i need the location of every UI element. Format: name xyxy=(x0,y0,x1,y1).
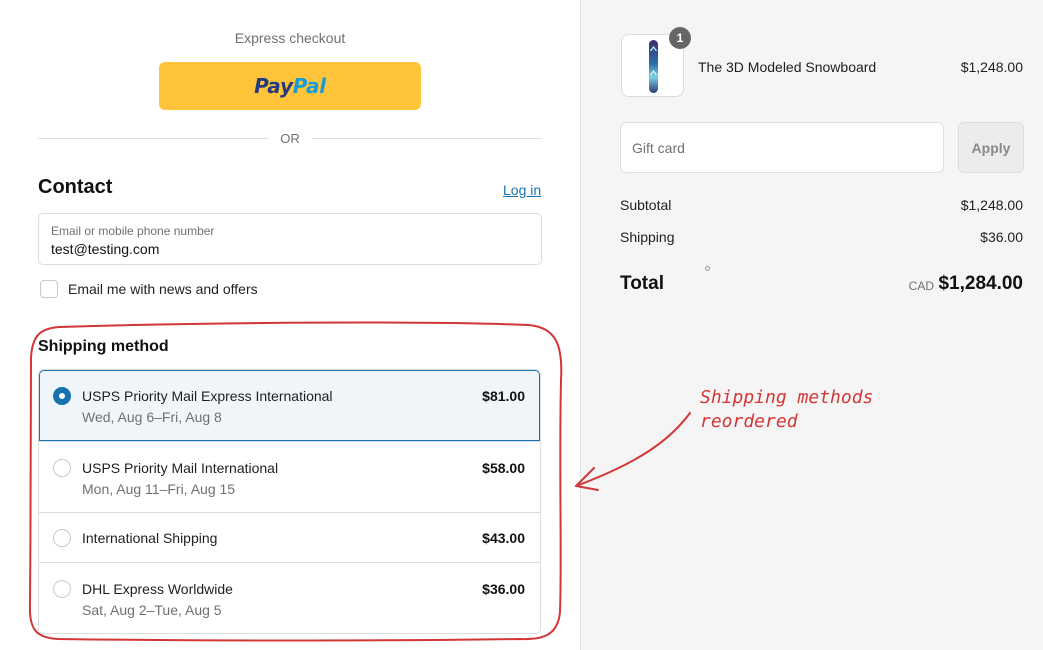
shipping-option-date: Sat, Aug 2–Tue, Aug 5 xyxy=(82,602,222,618)
shipping-option-price: $58.00 xyxy=(482,460,525,476)
newsletter-checkbox[interactable] xyxy=(40,280,58,298)
shipping-option-price: $81.00 xyxy=(482,388,525,404)
quantity-badge: 1 xyxy=(669,27,691,49)
divider-line-right xyxy=(311,137,542,139)
shipping-option[interactable]: USPS Priority Mail Express International… xyxy=(39,370,540,441)
annotation-line-2: reordered xyxy=(700,411,798,432)
shipping-method-list: USPS Priority Mail Express International… xyxy=(38,369,541,634)
subtotal-value: $1,248.00 xyxy=(960,197,1023,213)
annotation-note: Shipping methods reordered xyxy=(700,386,873,434)
shipping-option[interactable]: USPS Priority Mail International Mon, Au… xyxy=(39,441,540,512)
email-field-value[interactable]: test@testing.com xyxy=(51,241,159,257)
email-field[interactable]: Email or mobile phone number test@testin… xyxy=(38,213,542,265)
radio-icon[interactable] xyxy=(53,580,71,598)
total-label: Total xyxy=(620,273,664,294)
checkout-form-panel: Express checkout PayPal OR Contact Log i… xyxy=(0,0,580,650)
shipping-option-name: USPS Priority Mail Express International xyxy=(82,388,333,404)
shipping-option-name: International Shipping xyxy=(82,530,218,546)
paypal-button[interactable]: PayPal xyxy=(159,62,421,110)
express-checkout-title: Express checkout xyxy=(234,30,346,46)
total-value: $1,284.00 xyxy=(938,273,1023,294)
shipping-option-price: $43.00 xyxy=(482,530,525,546)
shipping-option-name: DHL Express Worldwide xyxy=(82,581,233,597)
shipping-label: Shipping xyxy=(620,229,675,245)
total-currency: CAD xyxy=(908,279,934,293)
product-price: $1,248.00 xyxy=(960,59,1023,75)
apply-button[interactable]: Apply xyxy=(958,122,1024,173)
order-summary-panel: 1 The 3D Modeled Snowboard $1,248.00 App… xyxy=(580,0,1043,650)
cursor-dot xyxy=(705,266,710,271)
subtotal-label: Subtotal xyxy=(620,197,672,213)
radio-icon[interactable] xyxy=(53,529,71,547)
newsletter-label[interactable]: Email me with news and offers xyxy=(68,281,258,297)
shipping-option-name: USPS Priority Mail International xyxy=(82,460,279,476)
paypal-logo-pay: Pay xyxy=(254,74,293,98)
contact-heading: Contact xyxy=(38,176,113,198)
radio-selected-icon[interactable] xyxy=(53,387,71,405)
shipping-option[interactable]: DHL Express Worldwide Sat, Aug 2–Tue, Au… xyxy=(39,562,540,633)
or-label: OR xyxy=(280,130,300,146)
shipping-option-price: $36.00 xyxy=(482,581,525,597)
paypal-logo-pal: Pal xyxy=(292,74,326,98)
product-name: The 3D Modeled Snowboard xyxy=(698,59,877,75)
shipping-value: $36.00 xyxy=(980,229,1023,245)
login-link[interactable]: Log in xyxy=(503,182,541,198)
radio-icon[interactable] xyxy=(53,459,71,477)
shipping-method-heading: Shipping method xyxy=(38,338,169,355)
annotation-line-1: Shipping methods xyxy=(700,387,874,408)
shipping-option-date: Mon, Aug 11–Fri, Aug 15 xyxy=(82,481,236,497)
gift-card-input[interactable] xyxy=(620,122,944,173)
shipping-option[interactable]: International Shipping $43.00 xyxy=(39,512,540,562)
divider-line-left xyxy=(38,137,269,139)
shipping-option-date: Wed, Aug 6–Fri, Aug 8 xyxy=(82,409,222,425)
or-divider: OR xyxy=(38,128,542,148)
email-field-label: Email or mobile phone number xyxy=(51,224,215,238)
paypal-logo: PayPal xyxy=(254,74,326,98)
newsletter-row[interactable]: Email me with news and offers xyxy=(40,280,258,298)
